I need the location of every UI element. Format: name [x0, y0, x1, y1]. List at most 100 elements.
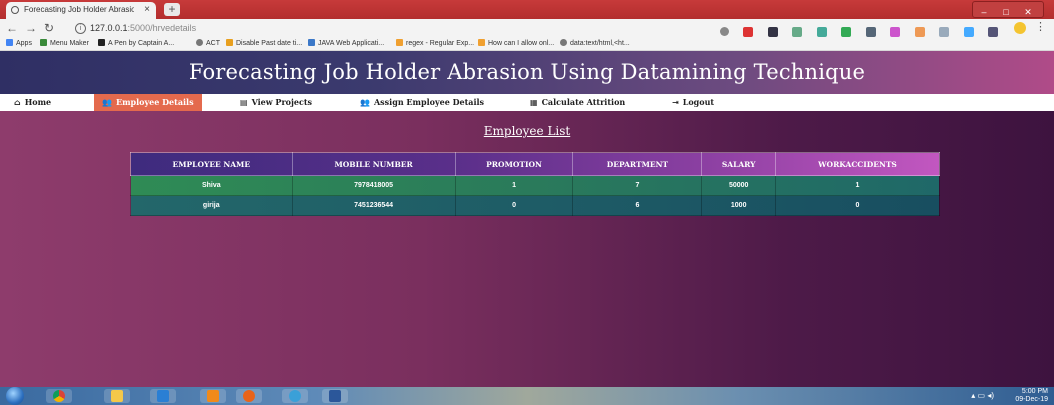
- taskbar-arrow-app[interactable]: [282, 389, 308, 403]
- extension-icon[interactable]: [987, 26, 998, 37]
- nav-assign-employee-details[interactable]: 👥 Assign Employee Details: [352, 94, 492, 111]
- table-cell: 1: [774, 175, 941, 196]
- bookmark-act[interactable]: ACT: [196, 39, 220, 47]
- star-icon[interactable]: [720, 27, 729, 37]
- reload-icon[interactable]: ↻: [44, 21, 54, 35]
- nav-employee-details[interactable]: 👥 Employee Details: [94, 94, 202, 111]
- nav-view-projects[interactable]: ▤ View Projects: [232, 94, 320, 111]
- extension-icon[interactable]: [865, 26, 876, 37]
- minimize-button[interactable]: –: [973, 5, 995, 20]
- bookmark-how-can-i[interactable]: How can I allow onl...: [478, 39, 554, 47]
- tab-title: Forecasting Job Holder Abrasion: [24, 5, 134, 14]
- bookmark-label: ACT: [206, 40, 220, 47]
- main-nav: ⌂ Home 👥 Employee Details ▤ View Projects 👥…: [0, 94, 1054, 111]
- extension-icon[interactable]: [792, 26, 803, 37]
- taskbar-firefox[interactable]: [236, 389, 262, 403]
- new-tab-button[interactable]: +: [164, 3, 180, 16]
- bookmark-menu-maker[interactable]: Menu Maker: [40, 39, 89, 47]
- bookmark-label: How can I allow onl...: [488, 40, 555, 47]
- url-host: 127.0.0.1: [90, 23, 128, 33]
- users-icon: 👥: [102, 97, 112, 107]
- codepen-icon: [98, 39, 105, 46]
- system-tray-icons[interactable]: ▴ ▭ ◂): [971, 391, 994, 400]
- column-header: PROMOTION: [454, 152, 574, 176]
- logout-icon: ⇥: [672, 97, 679, 107]
- extension-icon[interactable]: [743, 26, 754, 37]
- table-cell: 7451236544: [291, 195, 456, 216]
- taskbar-word[interactable]: [322, 389, 348, 403]
- taskbar-vscode[interactable]: [150, 389, 176, 403]
- start-button[interactable]: [6, 387, 24, 405]
- clock-time: 5:00 PM: [1021, 388, 1048, 395]
- vscode-icon: [157, 390, 169, 402]
- employee-table: EMPLOYEE NAME MOBILE NUMBER PROMOTION DE…: [130, 152, 941, 216]
- url-path: :5000/hrvedetails: [127, 23, 197, 33]
- bookmark-disable-past-date[interactable]: Disable Past date ti...: [226, 39, 302, 47]
- stack-icon: [396, 39, 403, 46]
- nav-home[interactable]: ⌂ Home: [6, 94, 59, 111]
- bookmark-regex[interactable]: regex - Regular Exp...: [396, 39, 474, 47]
- maximize-button[interactable]: □: [995, 5, 1017, 20]
- extension-icon[interactable]: [890, 26, 901, 37]
- table-cell: 7: [572, 175, 703, 196]
- globe-icon: [560, 39, 567, 46]
- table-cell: 7978418005: [291, 175, 456, 196]
- extension-icon[interactable]: [841, 26, 852, 37]
- globe-icon: [196, 39, 203, 46]
- clock-date: 09-Dec-19: [1015, 396, 1048, 403]
- browser-menu-icon[interactable]: ⋮: [1035, 20, 1046, 33]
- apps-grid-icon: [6, 39, 13, 46]
- bookmark-apps[interactable]: Apps: [6, 39, 32, 47]
- home-icon: ⌂: [14, 97, 21, 107]
- browser-tab[interactable]: Forecasting Job Holder Abrasion ×: [6, 2, 156, 19]
- column-header: DEPARTMENT: [572, 152, 703, 176]
- os-taskbar: ▴ ▭ ◂) 5:00 PM 09-Dec-19: [0, 387, 1054, 405]
- nav-label: Employee Details: [115, 97, 194, 107]
- extension-icon[interactable]: [914, 26, 925, 37]
- chrome-icon: [53, 390, 65, 402]
- bookmark-label: Menu Maker: [50, 40, 89, 47]
- bookmark-data-text[interactable]: data:text/html,<ht...: [560, 39, 630, 47]
- taskbar-vlc[interactable]: [200, 389, 226, 403]
- section-title: Employee List: [483, 124, 571, 138]
- column-header: WORKACCIDENTS: [774, 152, 941, 176]
- browser-toolbar: ← → ↻ i 127.0.0.1:5000/hrvedetails ⋮: [0, 19, 1054, 38]
- close-tab-icon[interactable]: ×: [144, 4, 150, 15]
- clock[interactable]: 5:00 PM 09-Dec-19: [1015, 388, 1048, 404]
- page-header: Forecasting Job Holder Abrasion Using Da…: [0, 51, 1054, 94]
- extension-icon[interactable]: [963, 26, 974, 37]
- info-icon[interactable]: i: [75, 23, 86, 35]
- table-header-row: EMPLOYEE NAME MOBILE NUMBER PROMOTION DE…: [130, 152, 941, 176]
- extension-icon[interactable]: [767, 26, 778, 37]
- table-cell: 50000: [701, 175, 776, 196]
- page-title: Forecasting Job Holder Abrasion Using Da…: [188, 60, 866, 84]
- bookmark-label: Disable Past date ti...: [236, 40, 303, 47]
- back-arrow-icon[interactable]: ←: [6, 21, 18, 35]
- extension-icon[interactable]: [816, 26, 827, 37]
- forward-arrow-icon[interactable]: →: [25, 21, 37, 35]
- extension-icon[interactable]: [939, 26, 950, 37]
- folder-icon: [111, 390, 123, 402]
- table-cell: 6: [572, 195, 703, 216]
- bookmark-java[interactable]: JAVA Web Applicati...: [308, 39, 384, 47]
- table-row: Shiva 7978418005 1 7 50000 1: [130, 175, 941, 196]
- address-bar[interactable]: i 127.0.0.1:5000/hrvedetails: [75, 21, 695, 36]
- taskbar-explorer[interactable]: [104, 389, 130, 403]
- web-page: Forecasting Job Holder Abrasion Using Da…: [0, 51, 1054, 387]
- table-cell: 1: [454, 175, 574, 196]
- table-cell: 0: [454, 195, 574, 216]
- table-row: girija 7451236544 0 6 1000 0: [130, 195, 941, 216]
- nav-calculate-attrition[interactable]: ▦ Calculate Attrition: [522, 94, 633, 111]
- profile-avatar-icon[interactable]: [1014, 22, 1026, 34]
- bookmark-icon: [40, 39, 47, 46]
- column-header: SALARY: [701, 152, 776, 176]
- column-header: EMPLOYEE NAME: [130, 152, 293, 176]
- bookmark-label: Apps: [16, 40, 32, 47]
- close-window-button[interactable]: ✕: [1017, 5, 1039, 20]
- table-cell: 0: [774, 195, 941, 216]
- firefox-icon: [243, 390, 255, 402]
- bookmark-pen[interactable]: A Pen by Captain A...: [98, 39, 174, 47]
- taskbar-chrome[interactable]: [46, 389, 72, 403]
- nav-label: View Projects: [251, 97, 313, 107]
- nav-logout[interactable]: ⇥ Logout: [664, 94, 722, 111]
